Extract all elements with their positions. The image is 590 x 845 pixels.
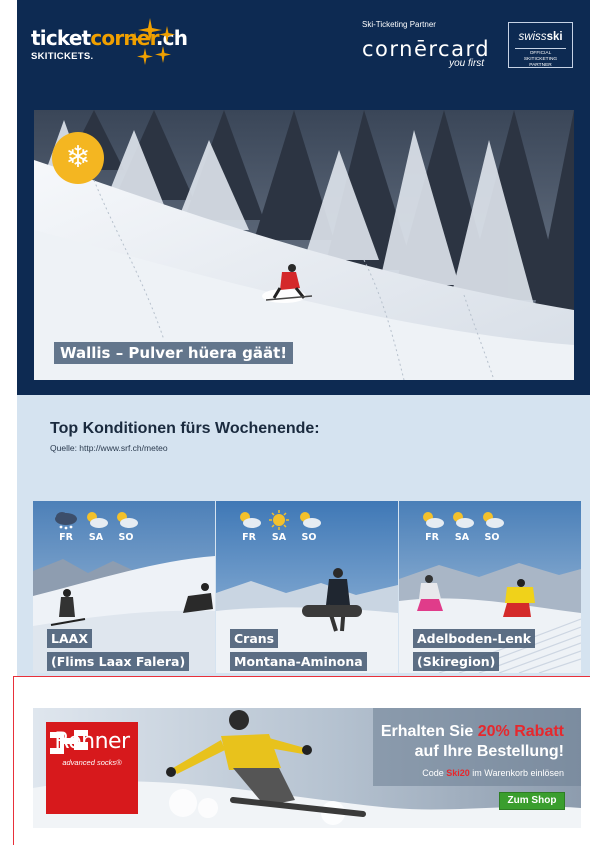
partly-sunny-icon [240, 512, 261, 528]
swiss-ski-logo[interactable]: swissski OFFICIAL SKITICKETING PARTNER [508, 22, 573, 68]
swiss-ski-subtitle: OFFICIAL SKITICKETING PARTNER [523, 51, 558, 68]
swiss-ski-title: swissski [518, 31, 563, 43]
header: ticketcorner.ch SKITICKETS. Ski-Ticketin… [17, 0, 590, 395]
hero-caption: Wallis – Pulver hüera gäät! [54, 342, 294, 364]
partly-sunny-icon [423, 512, 444, 528]
resort-tile-crans-montana[interactable]: FR SA SO Crans Montana-Aminona [216, 501, 398, 673]
day-label: FR [59, 532, 73, 543]
offer-code-text: Code Ski20 im Warenkorb einlösen [422, 768, 564, 778]
resort-name: LAAX [47, 629, 92, 648]
resort-name: Adelboden-Lenk [413, 629, 536, 648]
rohner-tagline: advanced socks® [62, 758, 122, 767]
partly-sunny-icon [117, 512, 138, 528]
sock-cross-icon [50, 730, 88, 754]
forecast-so: SO [479, 510, 505, 546]
snow-cloud-icon [55, 512, 77, 530]
partly-sunny-icon [300, 512, 321, 528]
day-label: FR [242, 532, 256, 543]
day-label: SA [88, 532, 104, 543]
partner-label: Ski-Ticketing Partner [362, 20, 436, 29]
resort-region: Montana-Aminona [230, 652, 367, 671]
section-title: Top Konditionen fürs Wochenende: [50, 420, 320, 437]
resort-tile-laax[interactable]: FR SA SO LAAX (Flims Laax Falera) [33, 501, 215, 673]
snowflake-icon: ❄ [52, 132, 104, 184]
day-label: SO [484, 532, 500, 543]
shop-button[interactable]: Zum Shop [499, 792, 565, 810]
hero-image[interactable]: ❄ Wallis – Pulver hüera gäät! [34, 110, 574, 380]
cornercard-partner[interactable]: Ski-Ticketing Partner cornērcard you fir… [362, 20, 490, 69]
forecast-so: SO [296, 510, 322, 546]
day-label: SO [301, 532, 317, 543]
resort-name: Crans [230, 629, 279, 648]
day-label: SA [271, 532, 287, 543]
hero-scene [34, 110, 574, 380]
resort-tile-adelboden-lenk[interactable]: FR SA SO Adelboden-Lenk (Skiregion) [399, 501, 581, 673]
section-source[interactable]: Quelle: http://www.srf.ch/meteo [50, 443, 168, 453]
offer-headline: Erhalten Sie 20% Rabatt [380, 723, 564, 740]
resort-region: (Flims Laax Falera) [47, 652, 190, 671]
stars-icon [128, 18, 175, 65]
offer-subline: auf Ihre Bestellung! [414, 743, 564, 760]
forecast-so: SO [113, 510, 139, 546]
discount-offer: Erhalten Sie 20% Rabatt auf Ihre Bestell… [381, 722, 564, 778]
forecast-fr: FR [236, 510, 262, 546]
forecast-fr: FR [53, 510, 79, 546]
rohner-logo[interactable]: Rohner advanced socks® [46, 722, 138, 814]
partly-sunny-icon [483, 512, 504, 528]
forecast-sa: SA [83, 510, 109, 546]
partly-sunny-icon [87, 512, 108, 528]
forecast-sa: SA [449, 510, 475, 546]
resort-region: (Skiregion) [413, 652, 500, 671]
day-label: FR [425, 532, 439, 543]
forecast-fr: FR [419, 510, 445, 546]
forecast-sa: SA [266, 510, 292, 546]
swiss-divider [515, 48, 566, 49]
day-label: SO [118, 532, 134, 543]
sunny-icon [269, 510, 289, 530]
day-label: SA [454, 532, 470, 543]
rohner-banner[interactable]: Rohner advanced socks® Erhalten Sie 20% … [33, 708, 581, 828]
partly-sunny-icon [453, 512, 474, 528]
